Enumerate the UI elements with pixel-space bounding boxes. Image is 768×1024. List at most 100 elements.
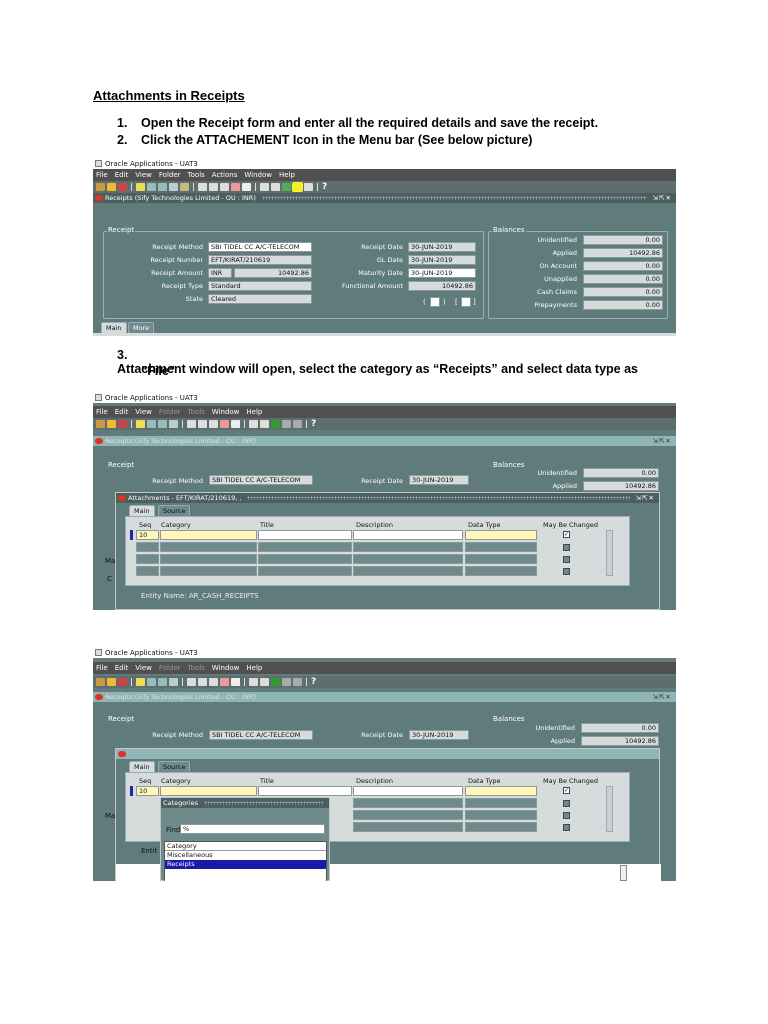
receipt-date-field[interactable]: 30-JUN-2019	[409, 730, 469, 740]
menu-tools[interactable]: Tools	[188, 171, 205, 179]
title-cell[interactable]	[258, 530, 352, 540]
may-be-changed-checkbox[interactable]	[563, 824, 570, 831]
clear-record-icon[interactable]	[220, 420, 229, 428]
description-cell[interactable]	[353, 822, 463, 832]
may-be-changed-checkbox[interactable]	[563, 544, 570, 551]
next-icon[interactable]	[147, 678, 156, 686]
navigate-icon[interactable]	[118, 183, 127, 191]
description-cell[interactable]	[353, 810, 463, 820]
seq-cell[interactable]: 10	[136, 530, 159, 540]
print-icon[interactable]	[169, 678, 178, 686]
seq-cell[interactable]	[136, 566, 159, 576]
navigate-icon[interactable]	[118, 678, 127, 686]
menu-edit[interactable]: Edit	[115, 171, 129, 179]
paste-icon[interactable]	[220, 183, 229, 191]
switch-icon[interactable]	[158, 678, 167, 686]
description-cell[interactable]	[353, 798, 463, 808]
cut-icon[interactable]	[187, 420, 196, 428]
copy-icon[interactable]	[209, 183, 218, 191]
save-icon[interactable]	[136, 678, 145, 686]
receipt-method-field[interactable]: SBI TIDEL CC A/C-TELECOM	[208, 242, 312, 252]
menu-window[interactable]: Window	[244, 171, 272, 179]
menu-folder[interactable]: Folder	[159, 664, 181, 672]
vertical-scrollbar[interactable]	[606, 786, 613, 832]
new-icon[interactable]	[96, 183, 105, 191]
cut-icon[interactable]	[198, 183, 207, 191]
data-type-cell[interactable]	[465, 822, 537, 832]
list-item-selected[interactable]: Receipts	[165, 860, 326, 869]
data-type-cell[interactable]	[465, 566, 537, 576]
tab-more[interactable]: More	[128, 322, 155, 333]
menu-file[interactable]: File	[96, 171, 108, 179]
zoom-icon[interactable]	[260, 420, 269, 428]
data-type-cell[interactable]	[465, 542, 537, 552]
paste-icon[interactable]	[209, 678, 218, 686]
receipt-method-field[interactable]: SBI TIDEL CC A/C-TELECOM	[209, 475, 313, 485]
print-icon[interactable]	[169, 183, 178, 191]
window-controls-icon[interactable]: ⇲⇱✕	[653, 194, 672, 202]
receipt-type-field[interactable]: Standard	[208, 281, 312, 291]
category-cell[interactable]	[160, 566, 257, 576]
title-cell[interactable]	[258, 566, 352, 576]
folder-tools-icon[interactable]	[293, 420, 302, 428]
next-icon[interactable]	[147, 183, 156, 191]
may-be-changed-checkbox[interactable]	[563, 812, 570, 819]
zoom-icon[interactable]	[260, 678, 269, 686]
close-icon[interactable]	[118, 495, 126, 501]
save-icon[interactable]	[136, 183, 145, 191]
switch-icon[interactable]	[158, 420, 167, 428]
may-be-changed-checkbox[interactable]: ✓	[563, 787, 570, 794]
print-icon[interactable]	[169, 420, 178, 428]
reversal-field[interactable]	[430, 297, 440, 307]
dff-field[interactable]	[461, 297, 471, 307]
tab-main[interactable]: Main	[101, 322, 127, 333]
menu-file[interactable]: File	[96, 408, 108, 416]
may-be-changed-checkbox[interactable]: ✓	[563, 531, 570, 538]
find-icon[interactable]	[107, 678, 116, 686]
menu-window[interactable]: Window	[212, 408, 240, 416]
navigate-icon[interactable]	[118, 420, 127, 428]
folder-tools-icon[interactable]	[304, 183, 313, 191]
data-type-cell[interactable]	[465, 554, 537, 564]
new-icon[interactable]	[96, 678, 105, 686]
description-cell[interactable]	[353, 786, 463, 796]
description-cell[interactable]	[353, 554, 463, 564]
window-controls-icon[interactable]: ⇲⇱✕	[653, 437, 672, 445]
list-item[interactable]: Miscellaneous	[165, 851, 326, 860]
close-icon[interactable]	[118, 751, 126, 757]
data-type-cell[interactable]	[465, 530, 537, 540]
help-icon[interactable]: ?	[322, 182, 327, 192]
attachment-icon[interactable]	[282, 678, 291, 686]
menu-folder[interactable]: Folder	[159, 171, 181, 179]
menu-window[interactable]: Window	[212, 664, 240, 672]
description-cell[interactable]	[353, 542, 463, 552]
next-icon[interactable]	[147, 420, 156, 428]
data-type-cell[interactable]	[465, 786, 537, 796]
find-icon[interactable]	[107, 420, 116, 428]
close-form-icon[interactable]	[180, 183, 189, 191]
find-icon[interactable]	[107, 183, 116, 191]
delete-icon[interactable]	[231, 678, 240, 686]
new-icon[interactable]	[96, 420, 105, 428]
attachment-icon[interactable]	[292, 182, 303, 192]
description-cell[interactable]	[353, 566, 463, 576]
edit-field-icon[interactable]	[249, 420, 258, 428]
menu-view[interactable]: View	[135, 408, 152, 416]
currency-field[interactable]: INR	[208, 268, 232, 278]
document-scrollbar[interactable]	[620, 865, 627, 881]
receipt-method-field[interactable]: SBI TIDEL CC A/C-TELECOM	[209, 730, 313, 740]
delete-icon[interactable]	[231, 420, 240, 428]
title-cell[interactable]	[258, 786, 352, 796]
close-icon[interactable]	[95, 195, 103, 201]
receipt-amount-field[interactable]: 10492.86	[234, 268, 312, 278]
help-icon[interactable]: ?	[311, 419, 316, 429]
zoom-icon[interactable]	[271, 183, 280, 191]
delete-icon[interactable]	[242, 183, 251, 191]
receipt-date-field[interactable]: 30-JUN-2019	[408, 242, 476, 252]
may-be-changed-checkbox[interactable]	[563, 568, 570, 575]
seq-cell[interactable]: 10	[136, 786, 159, 796]
gl-date-field[interactable]: 30-JUN-2019	[408, 255, 476, 265]
menu-edit[interactable]: Edit	[115, 408, 129, 416]
data-type-cell[interactable]	[465, 810, 537, 820]
category-cell[interactable]	[160, 554, 257, 564]
